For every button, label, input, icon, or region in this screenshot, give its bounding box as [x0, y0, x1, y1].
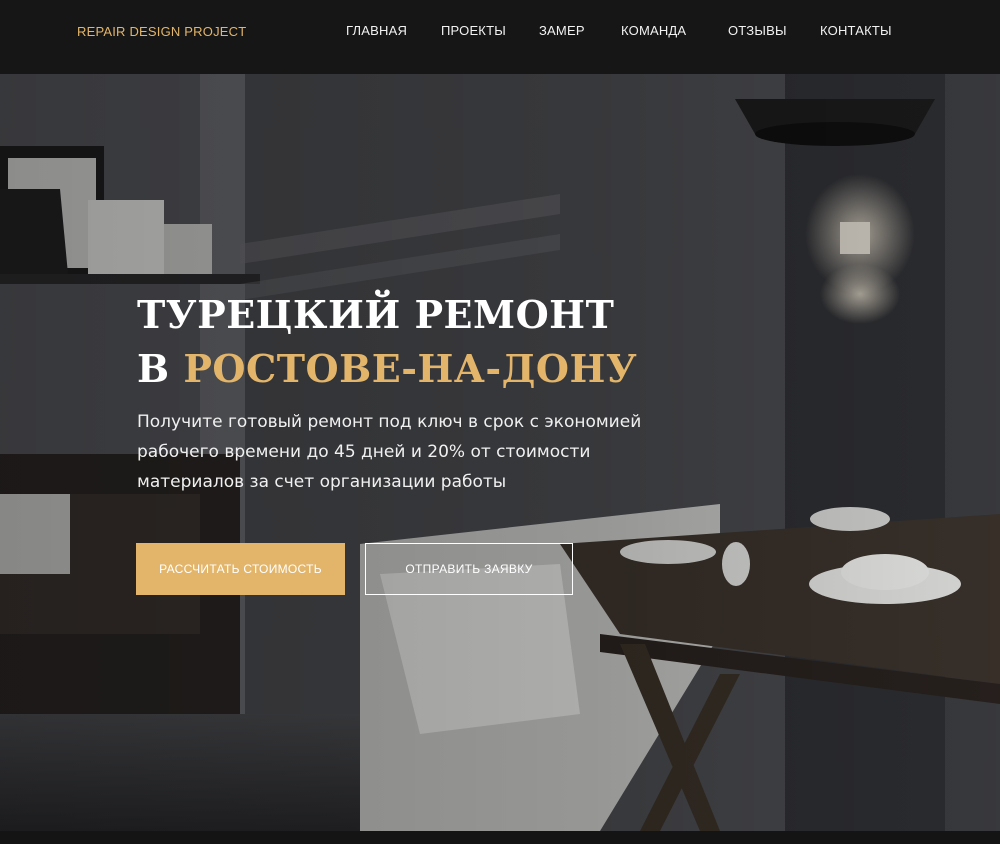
main-nav: ГЛАВНАЯ ПРОЕКТЫ ЗАМЕР КОМАНДА ОТЗЫВЫ КОН… — [0, 23, 1000, 43]
nav-link-projects[interactable]: ПРОЕКТЫ — [441, 23, 506, 38]
bottom-strip — [0, 831, 1000, 844]
site-header: REPAIR DESIGN PROJECT ГЛАВНАЯ ПРОЕКТЫ ЗА… — [0, 0, 1000, 74]
nav-link-reviews[interactable]: ОТЗЫВЫ — [728, 23, 787, 38]
calculate-cost-button[interactable]: РАССЧИТАТЬ СТОИМОСТЬ — [136, 543, 345, 595]
nav-link-contacts[interactable]: КОНТАКТЫ — [820, 23, 892, 38]
hero-title-line1: ТУРЕЦКИЙ РЕМОНТ — [137, 292, 615, 337]
nav-link-team[interactable]: КОМАНДА — [621, 23, 686, 38]
send-request-button[interactable]: ОТПРАВИТЬ ЗАЯВКУ — [365, 543, 573, 595]
nav-link-home[interactable]: ГЛАВНАЯ — [346, 23, 407, 38]
hero-title: ТУРЕЦКИЙ РЕМОНТ В РОСТОВЕ-НА-ДОНУ — [137, 288, 637, 396]
hero-section: ТУРЕЦКИЙ РЕМОНТ В РОСТОВЕ-НА-ДОНУ Получи… — [0, 74, 1000, 831]
nav-link-measure[interactable]: ЗАМЕР — [539, 23, 585, 38]
hero-title-city: РОСТОВЕ-НА-ДОНУ — [183, 346, 638, 391]
hero-subtitle: Получите готовый ремонт под ключ в срок … — [137, 412, 642, 492]
hero-title-line2-prefix: В — [137, 346, 184, 391]
